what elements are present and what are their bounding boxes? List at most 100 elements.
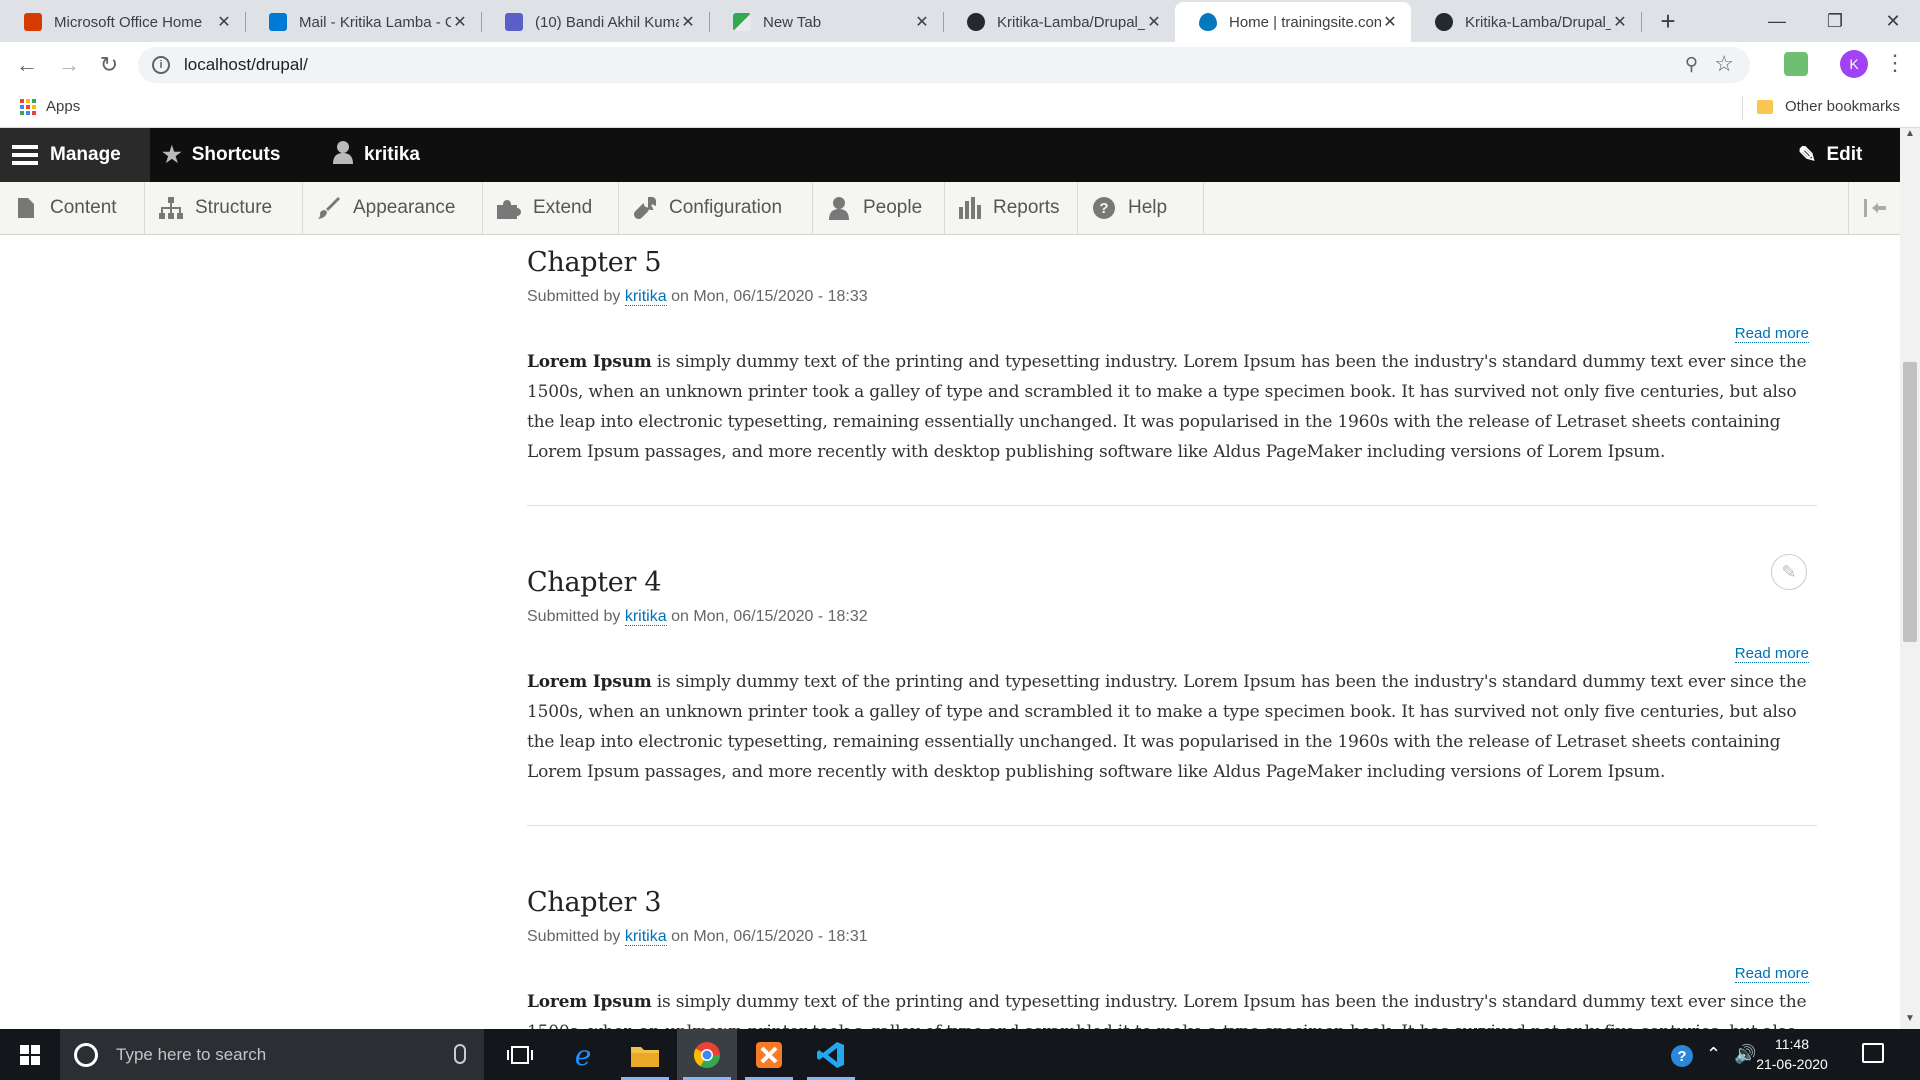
url-bar[interactable]: i localhost/drupal/ ⚲ ☆ <box>138 47 1750 83</box>
user-tab[interactable]: kritika <box>332 128 420 182</box>
tray-item-people[interactable]: People <box>813 182 945 234</box>
article-teaser: Chapter 4 Submitted by kritika on Mon, 0… <box>527 567 1817 782</box>
new-tab-button[interactable]: + <box>1652 6 1684 38</box>
chrome-icon[interactable] <box>677 1029 737 1080</box>
tab-title: Home | trainingsite.con <box>1229 13 1381 31</box>
read-more-link[interactable]: Read more <box>1734 965 1809 983</box>
read-more-link[interactable]: Read more <box>1734 645 1809 663</box>
close-icon[interactable]: ✕ <box>451 12 469 32</box>
browser-tab[interactable]: New Tab ✕ <box>709 2 943 42</box>
folder-icon <box>1756 99 1773 114</box>
close-icon[interactable]: ✕ <box>913 12 931 32</box>
main-content: Chapter 5 Submitted by kritika on Mon, 0… <box>0 235 1900 1029</box>
article-title[interactable]: Chapter 5 <box>527 247 1817 278</box>
page-scrollbar[interactable]: ▲ ▼ <box>1900 128 1920 1029</box>
close-icon[interactable]: ✕ <box>1381 12 1399 32</box>
close-icon[interactable]: ✕ <box>215 12 233 32</box>
bar-chart-icon <box>959 196 981 220</box>
browser-tab[interactable]: Kritika-Lamba/Drupal_ ✕ <box>943 2 1175 42</box>
tray-label: People <box>863 197 923 218</box>
article-meta: Submitted by kritika on Mon, 06/15/2020 … <box>527 608 1817 626</box>
article-body: Lorem Ipsum is simply dummy text of the … <box>527 667 1817 787</box>
article-teaser: Chapter 5 Submitted by kritika on Mon, 0… <box>527 247 1817 462</box>
collapse-tray-icon[interactable] <box>1848 182 1900 234</box>
puzzle-icon <box>497 196 521 220</box>
author-link[interactable]: kritika <box>624 288 667 306</box>
contextual-edit-pencil-icon[interactable]: ✎ <box>1771 554 1807 590</box>
forward-button[interactable]: → <box>54 50 84 80</box>
search-placeholder: Type here to search <box>116 1044 267 1064</box>
start-button[interactable] <box>0 1029 60 1080</box>
microphone-icon[interactable] <box>454 1044 466 1064</box>
task-view-icon[interactable] <box>490 1029 550 1080</box>
taskbar-search[interactable]: Type here to search <box>60 1029 484 1080</box>
bookmark-separator <box>1742 96 1743 120</box>
site-info-icon[interactable]: i <box>152 56 170 74</box>
system-clock[interactable]: 11:48 21-06-2020 <box>1752 1034 1832 1074</box>
hamburger-icon <box>12 145 38 165</box>
url-text[interactable]: localhost/drupal/ <box>184 55 308 75</box>
chevron-up-icon[interactable]: ⌃ <box>1706 1044 1721 1065</box>
office-icon <box>24 13 42 31</box>
apps-shortcut[interactable]: Apps <box>20 98 80 115</box>
tab-title: Kritika-Lamba/Drupal_ <box>1465 13 1611 31</box>
profile-avatar[interactable]: K <box>1840 50 1868 78</box>
cortana-icon <box>74 1042 98 1067</box>
menu-kebab-icon[interactable]: ⋮ <box>1884 50 1906 76</box>
tray-label: Content <box>50 197 117 218</box>
author-link[interactable]: kritika <box>624 928 667 946</box>
file-explorer-icon[interactable] <box>615 1029 675 1080</box>
vscode-icon[interactable] <box>801 1029 861 1080</box>
person-icon <box>827 196 851 220</box>
close-icon[interactable]: ✕ <box>1611 12 1629 32</box>
notification-icon[interactable] <box>1862 1043 1884 1063</box>
tray-item-structure[interactable]: Structure <box>145 182 303 234</box>
tray-item-reports[interactable]: Reports <box>945 182 1078 234</box>
article-date: on Mon, 06/15/2020 - 18:32 <box>671 608 868 625</box>
xampp-icon[interactable] <box>739 1029 799 1080</box>
article-body-text: is simply dummy text of the printing and… <box>527 352 1807 462</box>
article-title[interactable]: Chapter 3 <box>527 887 1817 918</box>
back-button[interactable]: ← <box>12 50 42 80</box>
close-icon[interactable]: ✕ <box>679 12 697 32</box>
scroll-down-arrow-icon[interactable]: ▼ <box>1900 1013 1920 1029</box>
edit-label: Edit <box>1826 144 1863 165</box>
browser-tab-strip: Microsoft Office Home ✕ Mail - Kritika L… <box>0 0 1920 42</box>
manage-tab[interactable]: Manage <box>0 128 150 182</box>
close-icon[interactable]: ✕ <box>1145 12 1163 32</box>
scroll-up-arrow-icon[interactable]: ▲ <box>1900 128 1920 144</box>
tray-label: Extend <box>533 197 593 218</box>
minimize-button[interactable]: — <box>1746 0 1808 42</box>
tray-item-help[interactable]: ? Help <box>1078 182 1204 234</box>
tray-item-extend[interactable]: Extend <box>483 182 619 234</box>
tray-item-appearance[interactable]: Appearance <box>303 182 483 234</box>
browser-tab[interactable]: Kritika-Lamba/Drupal_ ✕ <box>1411 2 1641 42</box>
author-link[interactable]: kritika <box>624 608 667 626</box>
shortcuts-tab[interactable]: ★ Shortcuts <box>162 128 280 182</box>
help-tray-icon[interactable]: ? <box>1670 1044 1694 1073</box>
user-label: kritika <box>364 144 420 165</box>
bookmark-star-icon[interactable]: ☆ <box>1714 51 1734 77</box>
article-body-text: is simply dummy text of the printing and… <box>527 992 1807 1029</box>
edge-icon[interactable]: e <box>553 1029 613 1080</box>
browser-tab[interactable]: (10) Bandi Akhil Kumar ✕ <box>481 2 709 42</box>
reload-button[interactable]: ↻ <box>94 50 124 80</box>
article-title[interactable]: Chapter 4 <box>527 567 1817 598</box>
read-more-link[interactable]: Read more <box>1734 325 1809 343</box>
tray-label: Configuration <box>669 197 783 218</box>
restore-button[interactable]: ❐ <box>1804 0 1866 42</box>
browser-tab[interactable]: Microsoft Office Home ✕ <box>0 2 245 42</box>
article-date: on Mon, 06/15/2020 - 18:33 <box>671 288 868 305</box>
article-lead: Lorem Ipsum <box>527 672 652 692</box>
browser-tab-active[interactable]: Home | trainingsite.con ✕ <box>1175 2 1411 42</box>
edit-tab[interactable]: ✎ Edit <box>1798 128 1862 182</box>
star-icon: ★ <box>162 142 182 167</box>
tray-item-content[interactable]: Content <box>0 182 145 234</box>
tray-item-configuration[interactable]: Configuration <box>619 182 813 234</box>
other-bookmarks[interactable]: Other bookmarks <box>1756 98 1900 115</box>
zoom-icon[interactable]: ⚲ <box>1685 54 1698 75</box>
browser-tab[interactable]: Mail - Kritika Lamba - C ✕ <box>245 2 481 42</box>
extension-icon[interactable] <box>1784 52 1808 76</box>
scroll-thumb[interactable] <box>1903 362 1917 642</box>
close-window-button[interactable]: ✕ <box>1862 0 1920 42</box>
